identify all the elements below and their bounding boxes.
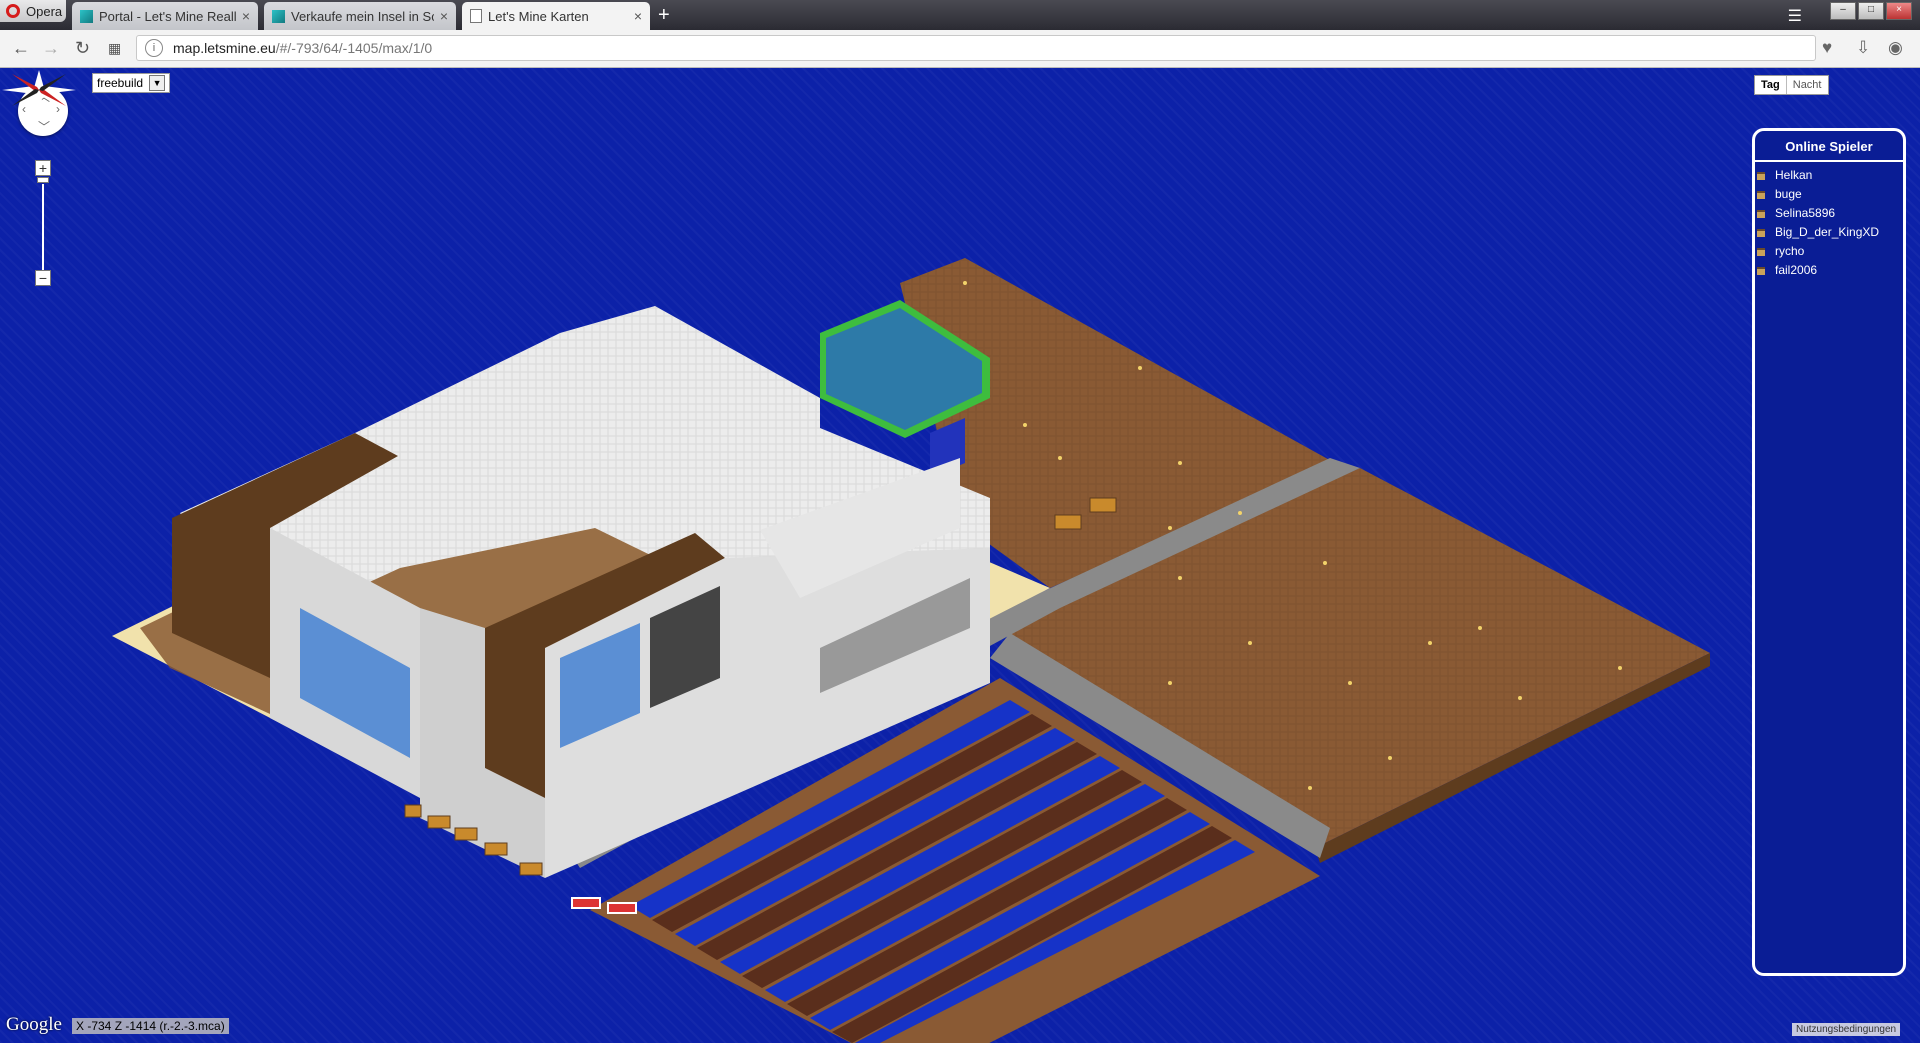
url-domain: map.letsmine.eu bbox=[173, 40, 276, 56]
online-players-panel: Online Spieler Helkan buge Selina5896 Bi… bbox=[1752, 128, 1906, 976]
player-item[interactable]: Big_D_der_KingXD bbox=[1755, 223, 1903, 242]
day-button[interactable]: Tag bbox=[1755, 76, 1787, 94]
url-field[interactable]: i map.letsmine.eu/#/-793/64/-1405/max/1/… bbox=[136, 35, 1816, 61]
player-name: fail2006 bbox=[1775, 263, 1818, 277]
forward-arrow-icon[interactable]: → bbox=[42, 38, 60, 59]
zoom-slider-track[interactable] bbox=[42, 184, 44, 270]
player-name: Selina5896 bbox=[1775, 206, 1836, 220]
close-window-button[interactable]: × bbox=[1886, 2, 1912, 20]
tab-menu-icon[interactable]: ☰ bbox=[1788, 6, 1802, 26]
account-icon[interactable]: ◉ bbox=[1888, 38, 1903, 58]
map-canvas[interactable]: freebuild ▼ ︿ ﹀ ‹ › + − Tag Nacht Online… bbox=[0, 68, 1920, 1043]
reload-icon[interactable]: ↻ bbox=[75, 38, 90, 59]
compass-rose-icon bbox=[2, 70, 76, 110]
close-tab-icon[interactable]: × bbox=[440, 8, 448, 24]
world-select-value: freebuild bbox=[97, 76, 144, 90]
page-favicon-icon bbox=[470, 9, 482, 23]
chevron-down-icon[interactable]: ▼ bbox=[149, 75, 166, 91]
cube-favicon-icon bbox=[80, 9, 93, 23]
player-item[interactable]: rycho bbox=[1755, 242, 1903, 261]
player-item[interactable]: Selina5896 bbox=[1755, 204, 1903, 223]
tab-verkaufe[interactable]: Verkaufe mein Insel in Schl × bbox=[264, 2, 456, 30]
google-logo[interactable]: Google bbox=[6, 1014, 62, 1036]
new-tab-button[interactable]: + bbox=[658, 4, 670, 27]
pan-down-icon[interactable]: ﹀ bbox=[38, 118, 50, 135]
minimize-button[interactable]: – bbox=[1830, 2, 1856, 20]
night-button[interactable]: Nacht bbox=[1787, 76, 1828, 94]
download-icon[interactable]: ⇩ bbox=[1856, 38, 1870, 58]
opera-label: Opera bbox=[26, 3, 63, 19]
coordinates-readout: X -734 Z -1414 (r.-2.-3.mca) bbox=[72, 1018, 229, 1034]
tab-label: Verkaufe mein Insel in Schl bbox=[291, 8, 434, 24]
tab-label: Portal - Let's Mine Reallife bbox=[99, 8, 236, 24]
player-head-icon bbox=[1757, 247, 1765, 256]
cube-favicon-icon bbox=[272, 9, 285, 23]
tab-letsmine-karten[interactable]: Let's Mine Karten × bbox=[462, 2, 650, 30]
player-name: Big_D_der_KingXD bbox=[1775, 225, 1880, 239]
tab-portal[interactable]: Portal - Let's Mine Reallife × bbox=[72, 2, 258, 30]
player-head-icon bbox=[1757, 190, 1765, 199]
zoom-control: + − bbox=[35, 160, 51, 286]
address-bar: ← → ↻ ▦ i map.letsmine.eu/#/-793/64/-140… bbox=[0, 30, 1920, 68]
day-night-toggle: Tag Nacht bbox=[1754, 75, 1829, 95]
player-item[interactable]: buge bbox=[1755, 185, 1903, 204]
players-panel-title: Online Spieler bbox=[1755, 131, 1903, 162]
speed-dial-grid-icon[interactable]: ▦ bbox=[108, 40, 121, 57]
terms-link[interactable]: Nutzungsbedingungen bbox=[1792, 1023, 1901, 1036]
tab-label: Let's Mine Karten bbox=[488, 8, 589, 24]
player-name: rycho bbox=[1775, 244, 1805, 258]
isometric-world-render bbox=[112, 258, 1710, 1043]
url-path: /#/-793/64/-1405/max/1/0 bbox=[275, 40, 433, 56]
player-head-icon bbox=[1757, 266, 1765, 275]
player-name: buge bbox=[1775, 187, 1802, 201]
player-item[interactable]: Helkan bbox=[1755, 166, 1903, 185]
window-controls: – □ × bbox=[1830, 2, 1912, 20]
player-head-icon bbox=[1757, 209, 1765, 218]
zoom-out-button[interactable]: − bbox=[35, 270, 51, 286]
opera-logo-icon bbox=[6, 4, 20, 18]
maximize-button[interactable]: □ bbox=[1858, 2, 1884, 20]
close-tab-icon[interactable]: × bbox=[634, 8, 642, 24]
player-head-icon bbox=[1757, 171, 1765, 180]
site-info-icon[interactable]: i bbox=[145, 39, 163, 57]
back-arrow-icon[interactable]: ← bbox=[12, 38, 30, 59]
player-head-icon bbox=[1757, 228, 1765, 237]
zoom-in-button[interactable]: + bbox=[35, 160, 51, 176]
player-item[interactable]: fail2006 bbox=[1755, 261, 1903, 280]
close-tab-icon[interactable]: × bbox=[242, 8, 250, 24]
heart-bookmark-icon[interactable]: ♥ bbox=[1822, 38, 1832, 58]
player-name: Helkan bbox=[1775, 168, 1813, 182]
zoom-slider-handle[interactable] bbox=[37, 177, 49, 183]
opera-menu-button[interactable]: Opera bbox=[0, 0, 66, 22]
tab-bar: Opera Portal - Let's Mine Reallife × Ver… bbox=[0, 0, 1920, 30]
world-select-dropdown[interactable]: freebuild ▼ bbox=[92, 73, 171, 93]
players-list: Helkan buge Selina5896 Big_D_der_KingXD … bbox=[1755, 162, 1903, 280]
